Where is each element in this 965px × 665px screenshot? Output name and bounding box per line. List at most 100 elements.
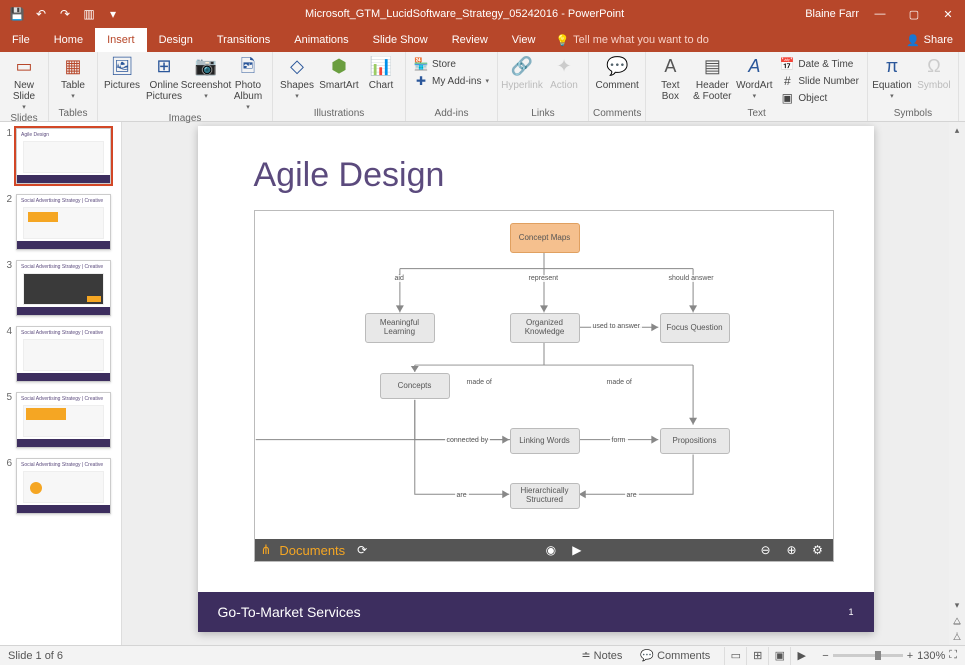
action-button[interactable]: ✦Action <box>544 54 584 91</box>
sorter-view-button[interactable]: ⊞ <box>746 647 768 665</box>
hash-icon: # <box>780 74 794 88</box>
lucid-next-button[interactable]: ▶ <box>568 543 586 557</box>
edge-label-made-of-2: made of <box>605 379 634 386</box>
edge-label-used-to-answer: used to answer <box>591 323 642 330</box>
prev-slide-button[interactable]: ⧋ <box>949 613 965 629</box>
node-concept-maps[interactable]: Concept Maps <box>510 223 580 253</box>
next-slide-button[interactable]: ⧊ <box>949 629 965 645</box>
start-from-beginning-button[interactable]: ▥ <box>78 3 100 25</box>
tab-slideshow[interactable]: Slide Show <box>361 28 440 52</box>
edge-label-are-2: are <box>625 492 639 499</box>
textbox-button[interactable]: AText Box <box>650 54 690 102</box>
group-images: 🖼Pictures ⊞Online Pictures 📷Screenshot▾ … <box>98 52 273 121</box>
close-button[interactable]: ✕ <box>931 0 965 28</box>
thumbnail-6[interactable]: 6 Social Advertising Strategy | Creative <box>4 458 117 514</box>
lucid-zoom-out-button[interactable]: ⊖ <box>757 543 775 557</box>
slideshow-view-button[interactable]: ▶ <box>790 647 812 665</box>
maximize-button[interactable]: ▢ <box>897 0 931 28</box>
redo-button[interactable]: ↷ <box>54 3 76 25</box>
table-button[interactable]: ▦Table▾ <box>53 54 93 101</box>
undo-button[interactable]: ↶ <box>30 3 52 25</box>
group-comments: 💬Comment Comments <box>589 52 646 121</box>
online-pictures-button[interactable]: ⊞Online Pictures <box>144 54 184 102</box>
tab-view[interactable]: View <box>500 28 548 52</box>
scroll-down-button[interactable]: ▾ <box>949 597 965 613</box>
lucid-documents-label[interactable]: Documents <box>279 543 345 558</box>
lightbulb-icon: 💡 <box>555 34 569 47</box>
minimize-button[interactable]: — <box>863 0 897 28</box>
smartart-button[interactable]: ⬢SmartArt <box>319 54 359 91</box>
tab-insert[interactable]: Insert <box>95 28 147 52</box>
save-button[interactable]: 💾 <box>6 3 28 25</box>
node-hierarchically-structured[interactable]: Hierarchically Structured <box>510 483 580 509</box>
group-label-text: Text <box>747 107 765 121</box>
lucid-prev-button[interactable]: ◉ <box>542 543 560 557</box>
store-button[interactable]: 🏪Store <box>410 56 493 72</box>
tab-transitions[interactable]: Transitions <box>205 28 282 52</box>
node-focus-question[interactable]: Focus Question <box>660 313 730 343</box>
slide-thumbnails-panel[interactable]: 1 Agile Design 2 Social Advertising Stra… <box>0 122 122 645</box>
pictures-button[interactable]: 🖼Pictures <box>102 54 142 91</box>
node-propositions[interactable]: Propositions <box>660 428 730 454</box>
slide[interactable]: Agile Design <box>198 126 874 632</box>
user-name[interactable]: Blaine Farr <box>805 8 863 20</box>
calendar-icon: 📅 <box>780 57 794 71</box>
wordart-button[interactable]: AWordArt▾ <box>734 54 774 101</box>
thumbnail-3[interactable]: 3 Social Advertising Strategy | Creative <box>4 260 117 316</box>
thumbnail-1[interactable]: 1 Agile Design <box>4 128 117 184</box>
share-button[interactable]: 👤 Share <box>894 28 965 52</box>
lucid-refresh-button[interactable]: ⟳ <box>353 543 371 557</box>
my-addins-button[interactable]: ✚My Add-ins ▾ <box>410 73 493 89</box>
zoom-level[interactable]: 130% <box>917 650 945 662</box>
zoom-out-button[interactable]: − <box>822 650 828 662</box>
lucid-settings-button[interactable]: ⚙ <box>809 543 827 557</box>
tab-review[interactable]: Review <box>440 28 500 52</box>
node-linking-words[interactable]: Linking Words <box>510 428 580 454</box>
shapes-button[interactable]: ◇Shapes▾ <box>277 54 317 101</box>
screenshot-button[interactable]: 📷Screenshot▾ <box>186 54 226 101</box>
thumbnail-4[interactable]: 4 Social Advertising Strategy | Creative <box>4 326 117 382</box>
node-meaningful-learning[interactable]: Meaningful Learning <box>365 313 435 343</box>
comment-button[interactable]: 💬Comment <box>597 54 637 91</box>
header-footer-button[interactable]: ▤Header & Footer <box>692 54 732 102</box>
slide-canvas-area[interactable]: Agile Design <box>122 122 949 645</box>
normal-view-button[interactable]: ▭ <box>724 647 746 665</box>
vertical-scrollbar[interactable]: ▴ ▾ ⧋ ⧊ <box>949 122 965 645</box>
scroll-track[interactable] <box>949 138 965 597</box>
slide-number-button[interactable]: #Slide Number <box>776 73 863 89</box>
zoom-slider[interactable] <box>833 654 903 657</box>
new-slide-button[interactable]: ▭New Slide▾ <box>4 54 44 112</box>
thumbnail-5[interactable]: 5 Social Advertising Strategy | Creative <box>4 392 117 448</box>
tab-animations[interactable]: Animations <box>282 28 360 52</box>
hyperlink-button[interactable]: 🔗Hyperlink <box>502 54 542 91</box>
lucid-zoom-in-button[interactable]: ⊕ <box>783 543 801 557</box>
node-organized-knowledge[interactable]: Organized Knowledge <box>510 313 580 343</box>
symbol-button[interactable]: ΩSymbol <box>914 54 954 91</box>
slide-title[interactable]: Agile Design <box>254 156 445 195</box>
tab-file[interactable]: File <box>0 28 42 52</box>
object-button[interactable]: ▣Object <box>776 90 863 106</box>
equation-button[interactable]: πEquation▾ <box>872 54 912 101</box>
status-bar: Slide 1 of 6 ≐Notes 💬Comments ▭ ⊞ ▣ ▶ − … <box>0 645 965 665</box>
group-illustrations: ◇Shapes▾ ⬢SmartArt 📊Chart Illustrations <box>273 52 406 121</box>
scroll-up-button[interactable]: ▴ <box>949 122 965 138</box>
store-icon: 🏪 <box>414 57 428 71</box>
lucidchart-toolbar: ⋔ Documents ⟳ ◉ ▶ ⊖ ⊕ ⚙ <box>255 539 833 561</box>
fit-to-window-button[interactable]: ⛶ <box>949 649 957 662</box>
qat-customize-button[interactable]: ▾ <box>102 3 124 25</box>
slide-footer: Go-To-Market Services 1 <box>198 592 874 632</box>
chart-button[interactable]: 📊Chart <box>361 54 401 91</box>
comments-button[interactable]: 💬Comments <box>636 649 714 662</box>
thumbnail-2[interactable]: 2 Social Advertising Strategy | Creative <box>4 194 117 250</box>
lucid-share-icon[interactable]: ⋔ <box>261 542 272 558</box>
lucidchart-diagram[interactable]: Concept Maps Meaningful Learning Organiz… <box>254 210 834 562</box>
notes-button[interactable]: ≐Notes <box>577 649 626 662</box>
tab-home[interactable]: Home <box>42 28 95 52</box>
node-concepts[interactable]: Concepts <box>380 373 450 399</box>
photo-album-button[interactable]: 🖻Photo Album▾ <box>228 54 268 112</box>
reading-view-button[interactable]: ▣ <box>768 647 790 665</box>
tab-design[interactable]: Design <box>147 28 205 52</box>
date-time-button[interactable]: 📅Date & Time <box>776 56 863 72</box>
zoom-in-button[interactable]: + <box>907 650 913 662</box>
tell-me-search[interactable]: 💡 Tell me what you want to do <box>555 28 708 52</box>
